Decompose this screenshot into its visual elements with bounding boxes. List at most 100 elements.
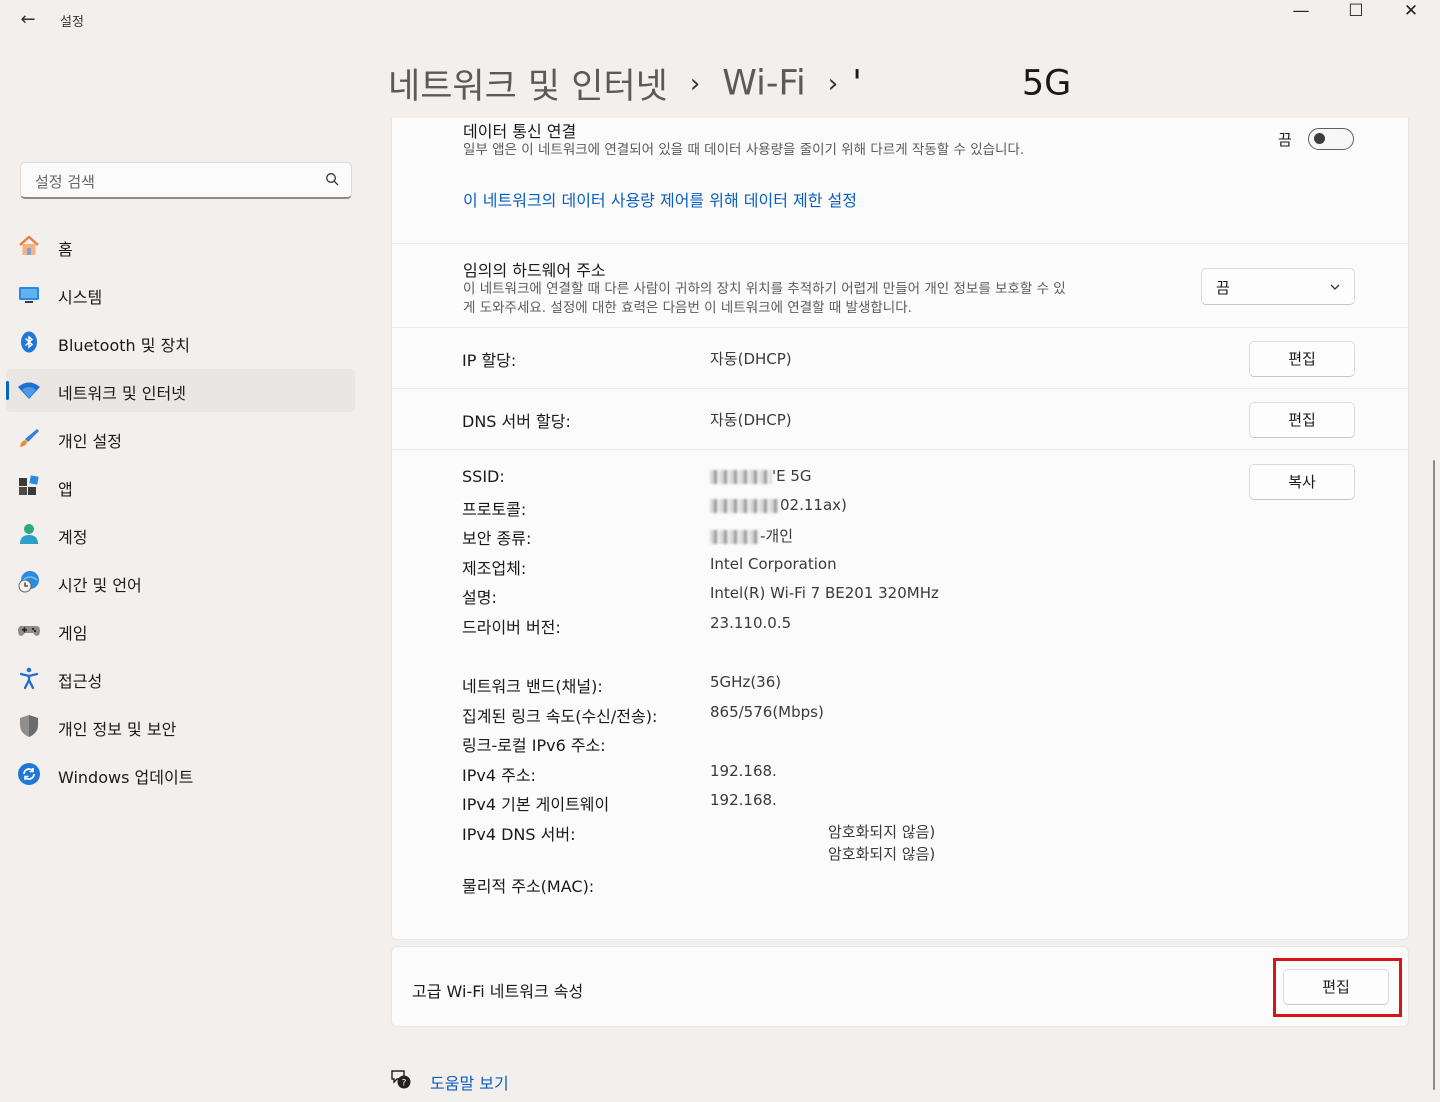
metered-toggle[interactable] [1308, 128, 1354, 150]
search-icon[interactable] [325, 172, 339, 186]
copy-button[interactable]: 복사 [1249, 464, 1355, 500]
close-button[interactable]: ✕ [1384, 0, 1438, 24]
sidebar-item-windows-update[interactable]: Windows 업데이트 [6, 753, 355, 796]
ipv4-dns-value-1: 암호화되지 않음) [828, 823, 936, 841]
page-breadcrumb: 네트워크 및 인터넷 › Wi-Fi › ' 5G [388, 58, 1071, 109]
sidebar-item-label: 계정 [58, 528, 88, 547]
accessibility-icon [19, 667, 39, 690]
ip-edit-button[interactable]: 편집 [1249, 341, 1355, 377]
divider [392, 449, 1408, 450]
ipv4-gateway-value: 192.168. [710, 791, 777, 809]
manufacturer-label: 제조업체: [462, 559, 527, 578]
sidebar-item-label: 시스템 [58, 288, 103, 307]
network-band-label: 네트워크 밴드(채널): [462, 677, 603, 696]
sidebar-item-label: 개인 설정 [58, 432, 122, 451]
sidebar-item-time-language[interactable]: 시간 및 언어 [6, 561, 355, 604]
help-icon: ? [391, 1070, 411, 1089]
dropdown-value: 끔 [1216, 279, 1230, 297]
sidebar-item-personalization[interactable]: 개인 설정 [6, 417, 355, 460]
driver-version-value: 23.110.0.5 [710, 614, 792, 632]
ip-assignment-value: 자동(DHCP) [710, 350, 792, 368]
breadcrumb-network[interactable]: 네트워크 및 인터넷 [388, 67, 668, 107]
sidebar-nav: 홈 시스템 Bluetooth 및 장치 네트워크 및 인터넷 개인 설정 앱 … [6, 225, 355, 801]
link-speed-label: 집계된 링크 속도(수신/전송): [462, 707, 658, 726]
settings-search[interactable] [20, 162, 352, 199]
protocol-label: 프로토콜: [462, 500, 527, 519]
home-icon [19, 235, 39, 255]
metered-state-label: 끔 [1278, 131, 1292, 149]
ipv4-value: 192.168. [710, 762, 777, 780]
scrollbar[interactable] [1433, 460, 1435, 1090]
ipv4-label: IPv4 주소: [462, 766, 536, 785]
metered-title: 데이터 통신 연결 [463, 122, 577, 141]
app-title: 설정 [60, 15, 84, 30]
random-mac-description-2: 게 도와주세요. 설정에 대한 효력은 다음번 이 네트워크에 연결할 때 발생… [463, 300, 912, 316]
breadcrumb-separator: › [689, 68, 701, 99]
help-label[interactable]: 도움말 보기 [430, 1070, 509, 1094]
sidebar-item-label: Windows 업데이트 [58, 768, 194, 787]
sidebar-item-gaming[interactable]: 게임 [6, 609, 355, 652]
dns-edit-button[interactable]: 편집 [1249, 402, 1355, 438]
back-button[interactable]: ← [14, 8, 42, 32]
search-input[interactable] [33, 170, 317, 194]
ip-assignment-label: IP 할당: [462, 351, 517, 370]
protocol-value: 02.11ax) [710, 496, 847, 514]
data-limit-link[interactable]: 이 네트워크의 데이터 사용량 제어를 위해 데이터 제한 설정 [463, 187, 857, 211]
network-band-value: 5GHz(36) [710, 673, 782, 691]
sidebar-item-privacy[interactable]: 개인 정보 및 보안 [6, 705, 355, 748]
sidebar-item-network[interactable]: 네트워크 및 인터넷 [6, 369, 355, 412]
bluetooth-icon [21, 331, 37, 353]
breadcrumb-wifi[interactable]: Wi-Fi [722, 64, 806, 104]
divider [392, 388, 1408, 389]
ipv4-dns-value-2: 암호화되지 않음) [828, 845, 936, 863]
driver-version-label: 드라이버 버전: [462, 618, 561, 637]
apps-icon [19, 475, 39, 495]
breadcrumb-ssid-prefix: ' [852, 63, 862, 104]
dns-assignment-label: DNS 서버 할당: [462, 412, 571, 431]
divider [392, 243, 1408, 244]
maximize-icon: ☐ [1348, 1, 1364, 21]
chevron-down-icon [1330, 284, 1340, 290]
update-icon [18, 763, 40, 785]
sidebar-item-label: Bluetooth 및 장치 [58, 336, 191, 355]
random-mac-dropdown[interactable]: 끔 [1201, 268, 1355, 305]
link-speed-value: 865/576(Mbps) [710, 703, 824, 721]
ipv4-gateway-label: IPv4 기본 게이트웨이 [462, 795, 610, 814]
network-properties-card: 데이터 통신 연결 일부 앱은 이 네트워크에 연결되어 있을 때 데이터 사용… [391, 118, 1409, 940]
sidebar-item-label: 시간 및 언어 [58, 576, 142, 595]
random-mac-title: 임의의 하드웨어 주소 [463, 261, 606, 280]
back-arrow-icon: ← [20, 9, 36, 30]
system-icon [19, 287, 39, 303]
sidebar-item-label: 게임 [58, 624, 88, 643]
minimize-button[interactable]: — [1274, 0, 1328, 24]
gamepad-icon [18, 626, 40, 636]
divider [392, 327, 1408, 328]
sidebar-item-system[interactable]: 시스템 [6, 273, 355, 316]
sidebar-item-apps[interactable]: 앱 [6, 465, 355, 508]
security-type-label: 보안 종류: [462, 529, 532, 548]
dns-assignment-value: 자동(DHCP) [710, 411, 792, 429]
advanced-wifi-label: 고급 Wi-Fi 네트워크 속성 [412, 982, 584, 1001]
sidebar-item-label: 네트워크 및 인터넷 [58, 384, 186, 403]
mac-address-label: 물리적 주소(MAC): [462, 877, 595, 896]
sidebar-item-label: 개인 정보 및 보안 [58, 720, 177, 739]
sidebar-item-accessibility[interactable]: 접근성 [6, 657, 355, 700]
brush-icon [20, 429, 39, 447]
minimize-icon: — [1292, 1, 1310, 21]
wifi-icon [18, 382, 40, 399]
account-icon [20, 524, 38, 544]
ssid-label: SSID: [462, 467, 505, 486]
manufacturer-value: Intel Corporation [710, 555, 837, 573]
ssid-value: 'E 5G [710, 467, 812, 485]
sidebar-item-accounts[interactable]: 계정 [6, 513, 355, 556]
ipv4-dns-label: IPv4 DNS 서버: [462, 825, 576, 844]
ipv6-local-label: 링크-로컬 IPv6 주소: [462, 736, 606, 755]
sidebar-item-home[interactable]: 홈 [6, 225, 355, 268]
shield-icon [20, 715, 38, 737]
maximize-button[interactable]: ☐ [1329, 0, 1383, 24]
time-language-icon [18, 571, 39, 593]
sidebar-item-label: 접근성 [58, 672, 103, 691]
security-type-value: -개인 [710, 525, 793, 546]
sidebar-item-bluetooth[interactable]: Bluetooth 및 장치 [6, 321, 355, 364]
random-mac-description-1: 이 네트워크에 연결할 때 다른 사람이 귀하의 장치 위치를 추적하기 어렵게… [463, 281, 1066, 297]
